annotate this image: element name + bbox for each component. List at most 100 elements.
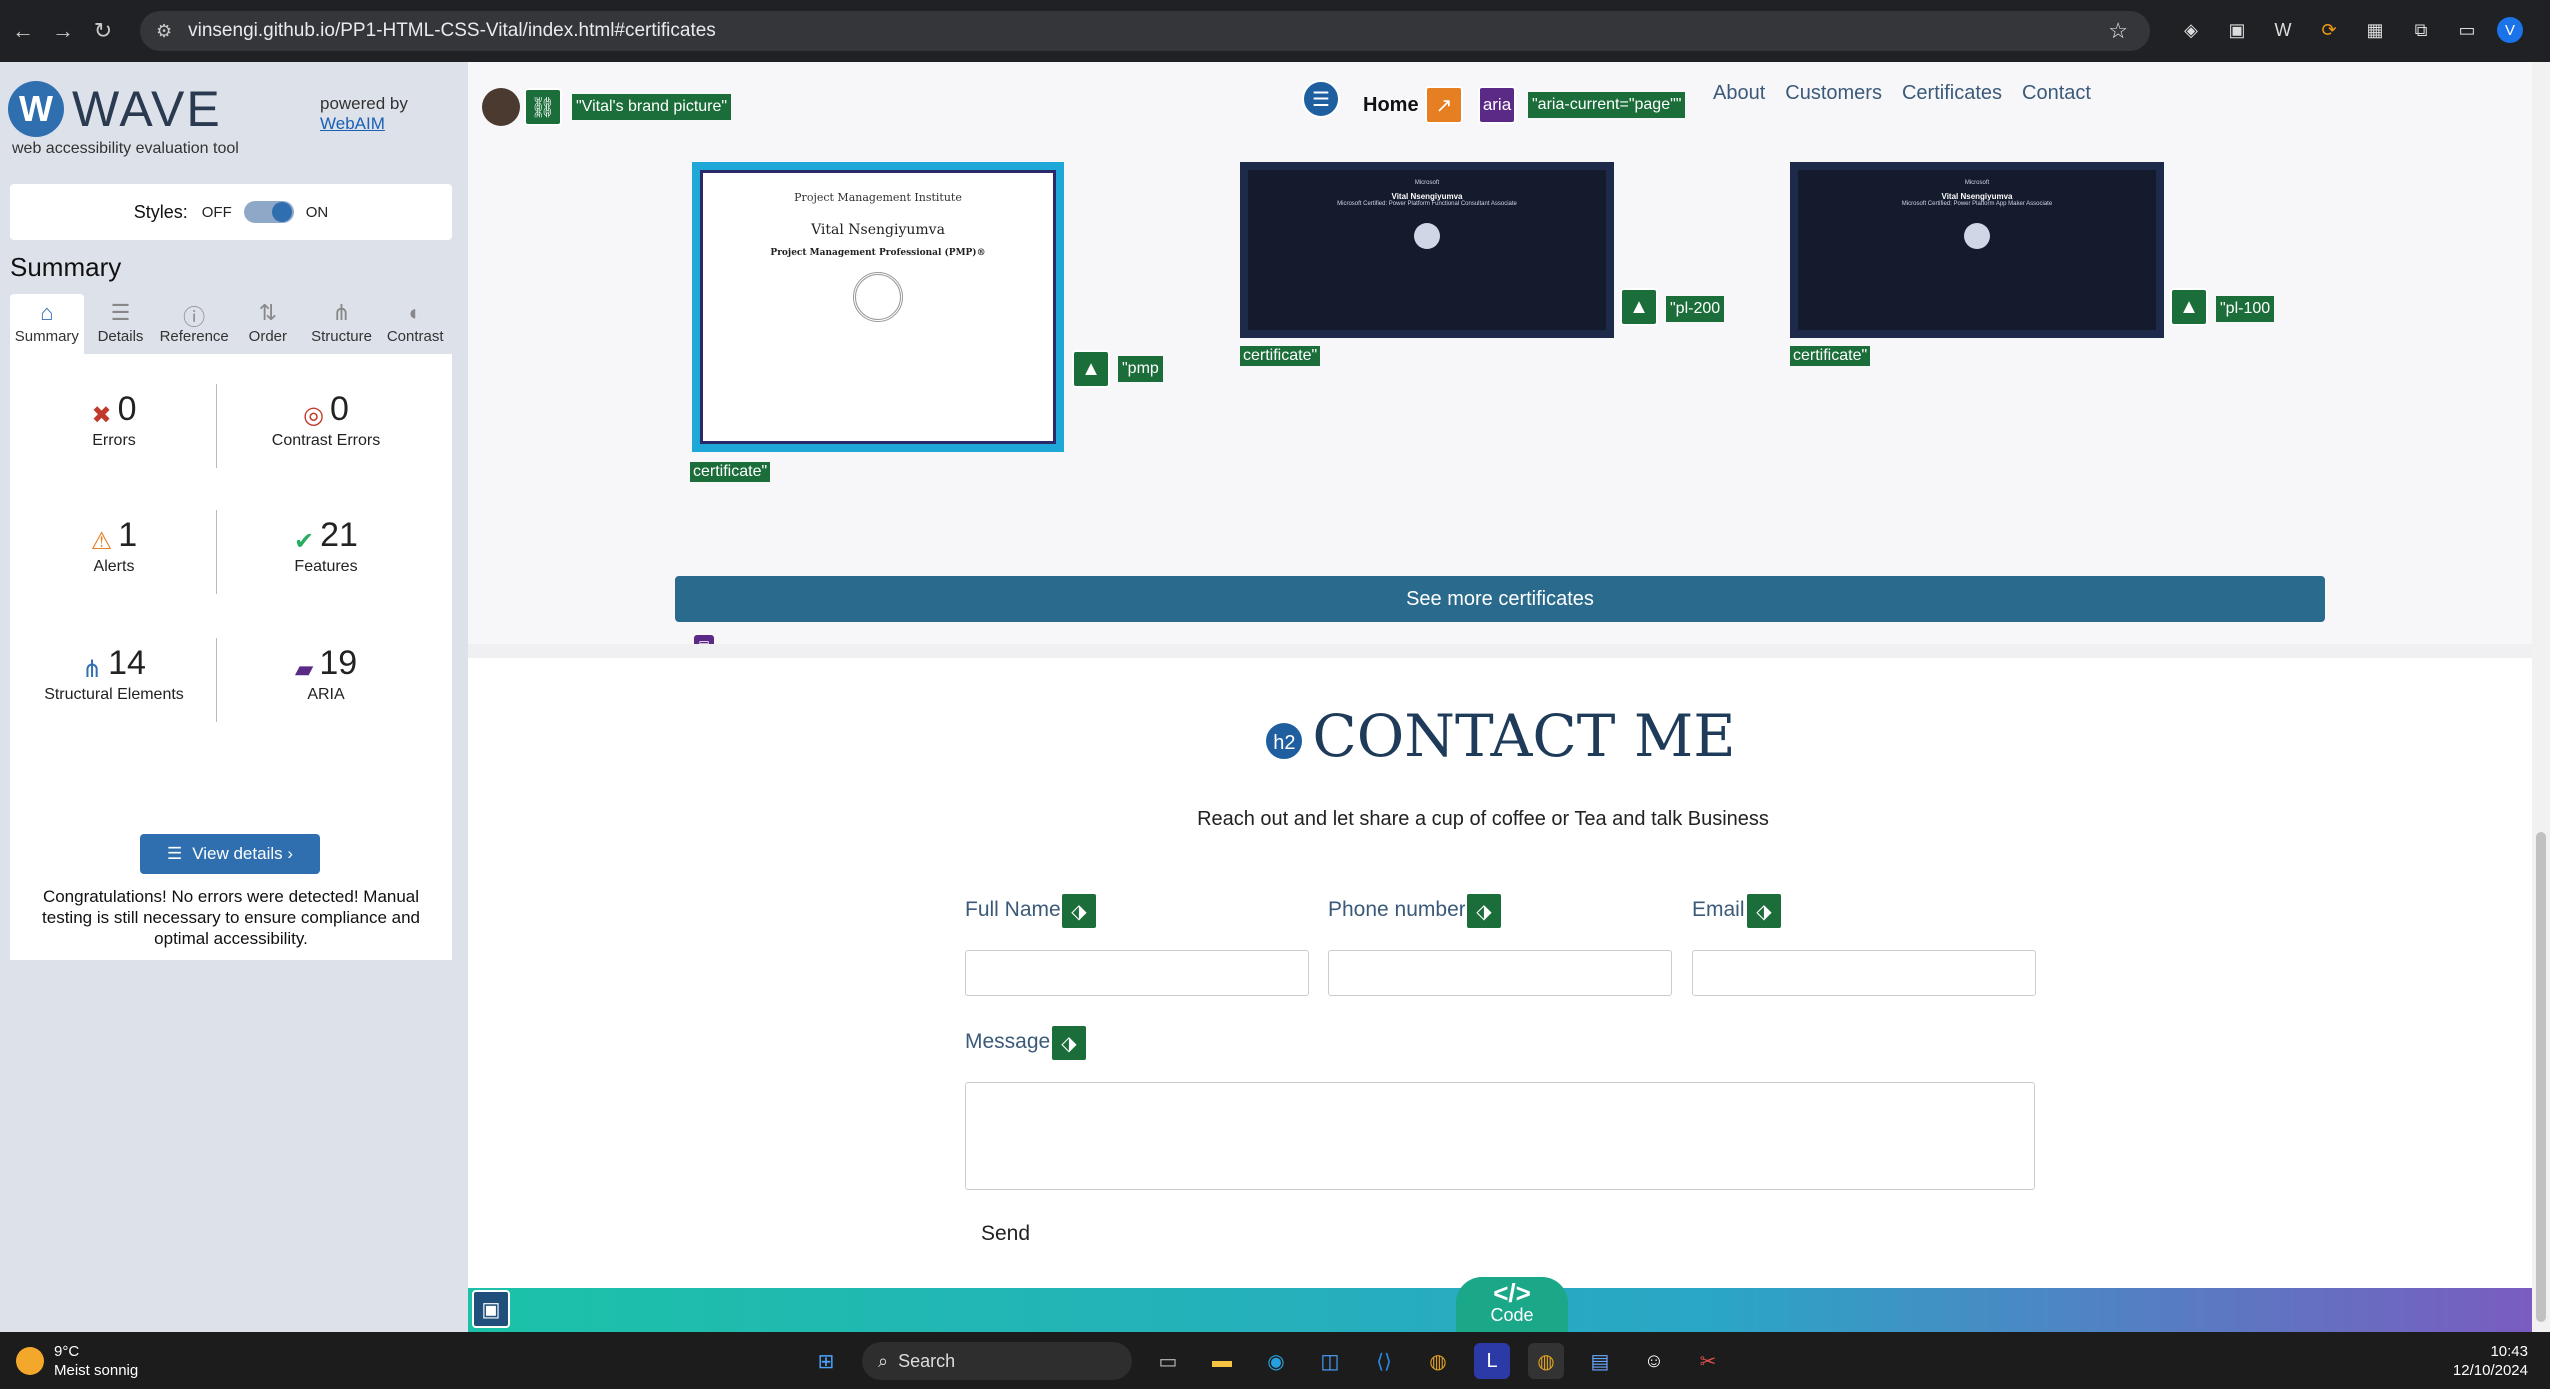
aria-badge[interactable]: aria	[1478, 86, 1516, 124]
url-text[interactable]: vinsengi.github.io/PP1-HTML-CSS-Vital/in…	[188, 20, 716, 42]
stat-errors: ✖ 0 Errors	[14, 390, 214, 450]
windows-start-icon[interactable]: ⊞	[808, 1343, 844, 1379]
feature-check-icon: ✔	[294, 528, 315, 556]
tab-contrast[interactable]: ◐ Contrast	[378, 294, 452, 354]
certificate-pl-200-image[interactable]: Microsoft Vital Nsengiyumva Microsoft Ce…	[1240, 162, 1614, 338]
send-button[interactable]: Send	[981, 1222, 1030, 1246]
redundant-link-alert-icon[interactable]: ↗	[1425, 86, 1463, 124]
reload-icon[interactable]: ↻	[86, 14, 120, 48]
styles-toggle[interactable]	[243, 201, 294, 223]
email-input[interactable]	[1692, 950, 2036, 996]
footer-wave-icon[interactable]: ▣	[472, 1290, 510, 1328]
powered-by-text: powered by	[320, 94, 408, 113]
weather-desc: Meist sonnig	[54, 1362, 139, 1379]
edge-icon[interactable]: ◉	[1258, 1343, 1294, 1379]
extensions-bar: ◈ ▣ W ⟳ ▦ ⧉ ▭ V ⋮	[2175, 14, 2550, 46]
stat-value: 14	[108, 644, 146, 682]
wave-logo: W WAVE	[8, 80, 222, 138]
address-bar[interactable]: ⚙ vinsengi.github.io/PP1-HTML-CSS-Vital/…	[140, 11, 2150, 51]
wave-extension-icon[interactable]: W	[2267, 14, 2299, 46]
image-alt-icon[interactable]: ▲	[1620, 288, 1658, 326]
extensions-puzzle-icon[interactable]: ⧉	[2405, 14, 2437, 46]
image-alt-icon[interactable]: ▲	[2170, 288, 2208, 326]
label-tag-icon[interactable]: ⬗	[1745, 892, 1783, 930]
stat-value: 0	[330, 390, 349, 428]
h2-badge[interactable]: h2	[1264, 720, 1305, 761]
app-l-icon[interactable]: L	[1474, 1343, 1510, 1379]
nav-about[interactable]: About	[1713, 82, 1765, 105]
store-icon[interactable]: ◫	[1312, 1343, 1348, 1379]
bookmark-star-icon[interactable]: ☆	[2108, 18, 2128, 44]
brand-avatar[interactable]	[482, 88, 520, 126]
styles-on-label: ON	[305, 203, 329, 221]
nav-list-icon[interactable]: ☰	[1302, 80, 1340, 118]
styles-off-label: OFF	[201, 203, 232, 221]
chrome-profile-icon[interactable]: ◍	[1528, 1343, 1564, 1379]
extension-icon[interactable]: ◈	[2175, 14, 2207, 46]
view-details-button[interactable]: ☰ View details ›	[140, 834, 320, 874]
forward-icon[interactable]: →	[46, 14, 80, 48]
certificate-pl-100-image[interactable]: Microsoft Vital Nsengiyumva Microsoft Ce…	[1790, 162, 2164, 338]
nav-contact[interactable]: Contact	[2022, 82, 2091, 105]
label-tag-icon[interactable]: ⬗	[1050, 1024, 1088, 1062]
site-info-icon[interactable]: ⚙	[156, 21, 172, 42]
see-more-certificates-button[interactable]: See more certificates	[675, 576, 2325, 622]
taskbar-apps: ⊞ ⌕ Search ▭ ▬ ◉ ◫ ⟨⟩ ◍ L ◍ ▤ ☺ ✂	[808, 1342, 1726, 1380]
weather-widget[interactable]: 9°C Meist sonnig	[16, 1342, 138, 1380]
certificate-body: Microsoft Vital Nsengiyumva Microsoft Ce…	[1798, 170, 2156, 330]
tab-summary[interactable]: ⌂ Summary	[10, 294, 84, 354]
back-icon[interactable]: ←	[6, 14, 40, 48]
page-scrollbar[interactable]	[2532, 62, 2550, 1332]
extension-icon[interactable]: ▣	[2221, 14, 2253, 46]
certificate-pmp-image[interactable]: Project Management Institute Vital Nseng…	[692, 162, 1064, 452]
file-explorer-icon[interactable]: ▬	[1204, 1343, 1240, 1379]
phone-input[interactable]	[1328, 950, 1672, 996]
email-label: Email	[1692, 898, 1745, 921]
sidebar-icon[interactable]: ▭	[2451, 14, 2483, 46]
weather-text: 9°C Meist sonnig	[54, 1342, 138, 1380]
vscode-icon[interactable]: ⟨⟩	[1366, 1343, 1402, 1379]
scrollbar-thumb[interactable]	[2536, 832, 2546, 1322]
summary-panel: ✖ 0 Errors ◎ 0 Contrast Errors ⚠ 1 Alerts ✔…	[10, 354, 452, 960]
code-label: Code	[1490, 1305, 1534, 1325]
error-icon: ✖	[91, 402, 112, 430]
congrats-message: Congratulations! No errors were detected…	[42, 887, 420, 948]
full-name-input[interactable]	[965, 950, 1309, 996]
tab-order[interactable]: ⇅ Order	[231, 294, 305, 354]
label-tag-icon[interactable]: ⬗	[1060, 892, 1098, 930]
extension-icon[interactable]: ▦	[2359, 14, 2391, 46]
snipping-tool-icon[interactable]: ✂	[1690, 1343, 1726, 1379]
view-details-label: View details ›	[192, 844, 294, 863]
profile-avatar[interactable]: V	[2497, 17, 2523, 43]
page-content: ⛓ "Vital's brand picture" ☰ Home ↗ aria …	[468, 62, 2532, 1332]
wave-linked-image-icon[interactable]: ⛓	[524, 88, 562, 126]
alt-text-badge: certificate"	[1240, 346, 1321, 366]
notepad-icon[interactable]: ▤	[1582, 1343, 1618, 1379]
stat-value: 21	[320, 516, 358, 554]
stat-alerts: ⚠ 1 Alerts	[14, 516, 214, 576]
chrome-icon[interactable]: ◍	[1420, 1343, 1456, 1379]
section-divider	[468, 644, 2532, 658]
taskbar-search[interactable]: ⌕ Search	[862, 1342, 1132, 1380]
task-view-icon[interactable]: ▭	[1150, 1343, 1186, 1379]
emoji-app-icon[interactable]: ☺	[1636, 1343, 1672, 1379]
stat-divider	[216, 638, 217, 722]
label-tag-icon[interactable]: ⬗	[1465, 892, 1503, 930]
tab-structure[interactable]: ⋔ Structure	[305, 294, 379, 354]
clock-time: 10:43	[2490, 1343, 2528, 1360]
menu-kebab-icon[interactable]: ⋮	[2537, 14, 2550, 46]
tab-details[interactable]: ☰ Details	[84, 294, 158, 354]
message-textarea[interactable]	[965, 1082, 2035, 1190]
contrast-icon: ◐	[408, 300, 422, 325]
extension-icon[interactable]: ⟳	[2313, 14, 2345, 46]
powered-by: powered by WebAIM	[320, 94, 408, 134]
taskbar-clock[interactable]: 10:43 12/10/2024	[2453, 1342, 2528, 1380]
list-icon: ☰	[166, 844, 183, 863]
nav-home[interactable]: Home	[1363, 94, 1419, 117]
code-button[interactable]: </> Code	[1456, 1277, 1568, 1332]
tab-reference[interactable]: ⓘ Reference	[157, 294, 231, 354]
nav-certificates[interactable]: Certificates	[1902, 82, 2002, 105]
webaim-link[interactable]: WebAIM	[320, 114, 408, 134]
image-alt-icon[interactable]: ▲	[1072, 350, 1110, 388]
nav-customers[interactable]: Customers	[1785, 82, 1882, 105]
